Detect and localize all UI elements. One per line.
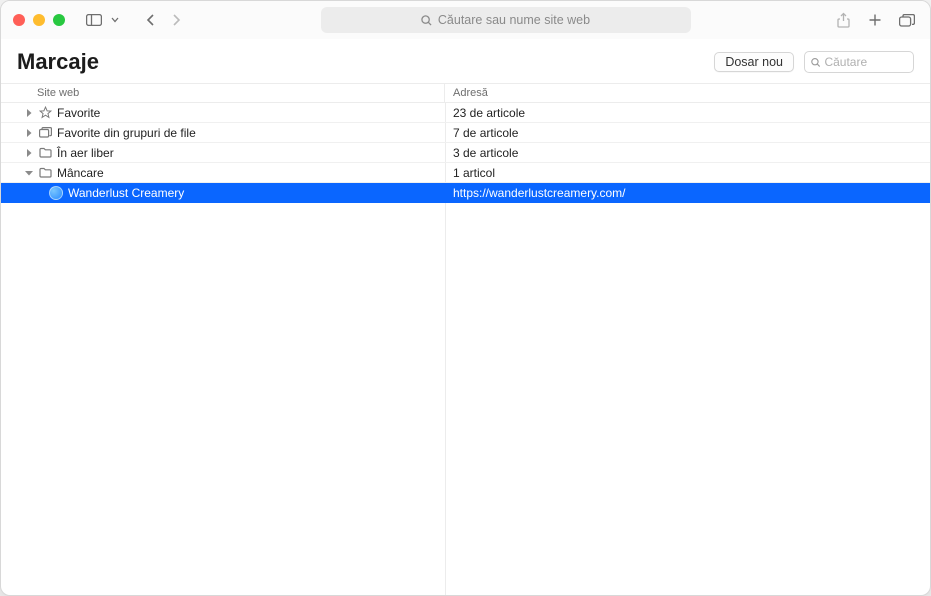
folder-icon (38, 146, 52, 160)
folder-label: Favorite din grupuri de file (57, 126, 196, 140)
folder-tabgroup-favorites[interactable]: Favorite din grupuri de file 7 de artico… (1, 123, 930, 143)
folder-detail: 7 de articole (445, 126, 930, 140)
address-placeholder: Căutare sau nume site web (438, 13, 590, 27)
bookmarks-tree: Favorite 23 de articole Favorite din gru… (1, 103, 930, 595)
close-window-button[interactable] (13, 14, 25, 26)
folder-outdoors[interactable]: În aer liber 3 de articole (1, 143, 930, 163)
new-folder-button[interactable]: Dosar nou (714, 52, 794, 72)
folder-label: Mâncare (57, 166, 104, 180)
chevron-right-icon[interactable] (25, 129, 33, 137)
bookmark-label: Wanderlust Creamery (68, 186, 184, 200)
bookmark-url: https://wanderlustcreamery.com/ (445, 186, 930, 200)
forward-button[interactable] (165, 9, 187, 31)
window-controls (13, 14, 65, 26)
titlebar: Căutare sau nume site web (1, 1, 930, 39)
minimize-window-button[interactable] (33, 14, 45, 26)
address-bar[interactable]: Căutare sau nume site web (321, 7, 691, 33)
search-icon (421, 15, 432, 26)
chevron-right-icon[interactable] (25, 149, 33, 157)
folder-detail: 1 articol (445, 166, 930, 180)
star-icon (38, 106, 52, 120)
tabgroup-icon (38, 126, 52, 140)
sidebar-toggle-icon[interactable] (83, 9, 105, 31)
share-icon[interactable] (832, 9, 854, 31)
page-header: Marcaje Dosar nou (1, 39, 930, 83)
new-tab-icon[interactable] (864, 9, 886, 31)
bookmark-wanderlust-creamery[interactable]: Wanderlust Creamery https://wanderlustcr… (1, 183, 930, 203)
folder-food[interactable]: Mâncare 1 articol (1, 163, 930, 183)
column-headers: Site web Adresă (1, 83, 930, 103)
favicon-icon (49, 186, 63, 200)
tab-overview-icon[interactable] (896, 9, 918, 31)
column-address[interactable]: Adresă (445, 84, 930, 102)
folder-detail: 23 de articole (445, 106, 930, 120)
folder-favorite[interactable]: Favorite 23 de articole (1, 103, 930, 123)
folder-label: În aer liber (57, 146, 114, 160)
zoom-window-button[interactable] (53, 14, 65, 26)
back-button[interactable] (139, 9, 161, 31)
chevron-right-icon[interactable] (25, 109, 33, 117)
search-icon (811, 57, 820, 68)
page-title: Marcaje (17, 49, 704, 75)
chevron-down-icon[interactable] (109, 9, 121, 31)
folder-icon (38, 166, 52, 180)
chevron-down-icon[interactable] (25, 170, 33, 176)
folder-detail: 3 de articole (445, 146, 930, 160)
browser-window: Căutare sau nume site web (0, 0, 931, 596)
column-site[interactable]: Site web (1, 84, 445, 102)
bookmarks-search-input[interactable] (824, 55, 907, 69)
folder-label: Favorite (57, 106, 100, 120)
bookmarks-search[interactable] (804, 51, 914, 73)
